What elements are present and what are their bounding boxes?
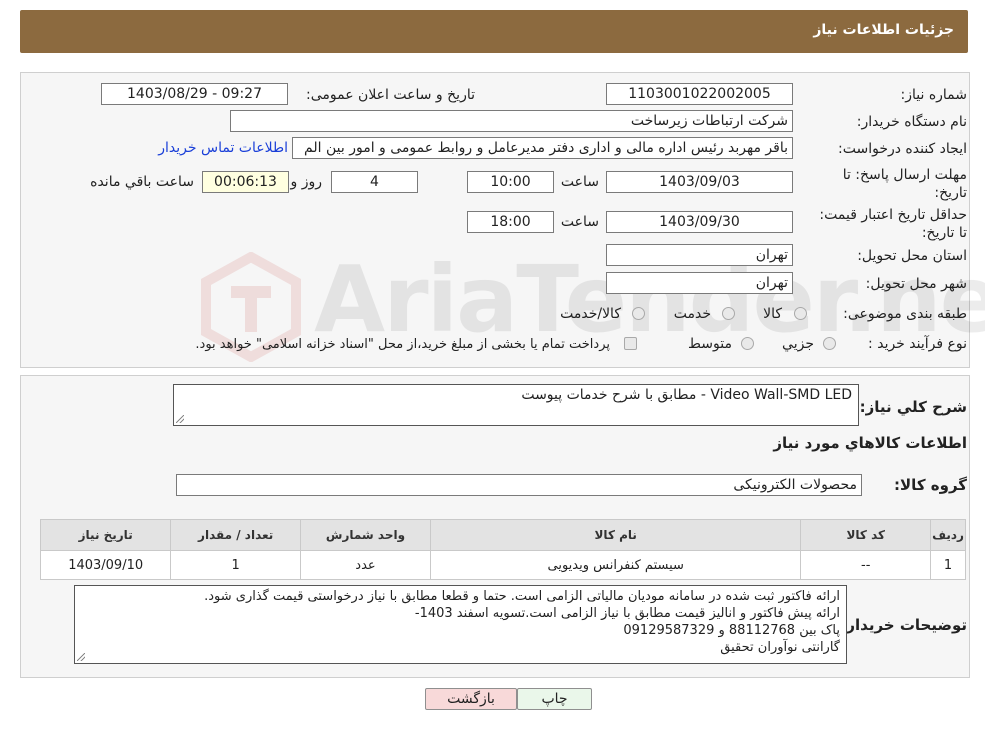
buyer-notes-line: ارائه فاکتور ثبت شده در سامانه مودیان ما… [204,589,840,604]
reply-deadline-label: مهلت ارسال پاسخ: تا تاریخ: [842,167,967,201]
table-row: 1 -- سیستم کنفرانس ویدیویی عدد 1 1403/09… [39,550,966,580]
cell-goods-name: سیستم کنفرانس ویدیویی [429,550,802,580]
days-label: روز و [290,174,323,190]
buyer-notes-line: ارائه پیش فاکتور و انالیز قیمت مطابق با … [414,606,840,621]
category-goods-label: کالا [763,306,782,322]
resize-handle-icon[interactable] [77,653,85,661]
price-validity-time-field: 18:00 [467,211,554,233]
reply-deadline-time-field: 10:00 [467,171,554,193]
purchase-type-medium-radio[interactable] [741,337,754,350]
col-header-goods-code: کد کالا [800,519,932,551]
category-goods-service-label: کالا/خدمت [560,306,621,322]
resize-handle-icon[interactable] [176,415,184,423]
buyer-org-field: شرکت ارتباطات زیرساخت [230,110,793,132]
reply-deadline-time-label: ساعت [560,174,599,190]
buyer-contact-link[interactable]: اطلاعات تماس خریدار [158,140,288,156]
category-service-label: خدمت [673,306,711,322]
buyer-notes-label: توضیحات خریدار: [840,616,967,634]
col-header-row-number: رديف [930,519,966,551]
description-label: شرح کلي نياز: [859,398,967,416]
cell-row-number: 1 [930,550,966,580]
cell-unit: عدد [300,550,431,580]
remaining-time-field: 00:06:13 [202,171,289,193]
reply-deadline-date-field: 1403/09/03 [606,171,793,193]
buyer-notes-line: پاک بین 88112768 و 09129587329 [623,623,840,638]
requester-label: ایجاد کننده درخواست: [838,141,967,157]
category-goods-radio[interactable] [794,307,807,320]
province-field: تهران [606,244,793,266]
announce-datetime-label: تاریخ و ساعت اعلان عمومی: [306,87,475,103]
col-header-quantity: تعداد / مقدار [170,519,302,551]
items-table: رديف کد کالا نام کالا واحد شمارش تعداد /… [39,519,966,580]
cell-need-date: 1403/09/10 [39,550,172,580]
purchase-type-medium-label: متوسط [688,336,732,352]
purchase-type-label: نوع فرآیند خرید : [868,336,967,352]
goods-group-field: محصولات الکترونیکی [176,474,862,496]
need-number-field: 1103001022002005 [606,83,793,105]
table-header-row: رديف کد کالا نام کالا واحد شمارش تعداد /… [39,519,966,551]
goods-section-title: اطلاعات كالاهاي مورد نياز [773,434,967,452]
treasury-docs-checkbox[interactable] [624,337,637,350]
price-validity-time-label: ساعت [560,214,599,230]
description-text: Video Wall-SMD LED - مطابق با شرح خدمات … [521,387,852,403]
purchase-type-minor-radio[interactable] [823,337,836,350]
need-number-label: شماره نیاز: [900,87,968,103]
page-title: جزئیات اطلاعات نیاز [813,22,954,38]
city-field: تهران [606,272,793,294]
buyer-org-label: نام دستگاه خریدار: [856,114,967,130]
cell-goods-code: -- [800,550,932,580]
page-header: جزئیات اطلاعات نیاز [20,10,968,53]
purchase-type-minor-label: جزيي [782,336,814,352]
col-header-need-date: تاریخ نیاز [39,519,172,551]
city-label: شهر محل تحویل: [865,276,967,292]
category-label: طبقه بندی موضوعی: [843,306,967,322]
goods-group-label: گروه كالا: [894,476,967,494]
reply-deadline-days-field: 4 [331,171,418,193]
category-goods-service-radio[interactable] [632,307,645,320]
category-service-radio[interactable] [722,307,735,320]
back-button[interactable]: بازگشت [425,688,517,710]
buyer-notes-field: ارائه فاکتور ثبت شده در سامانه مودیان ما… [74,585,847,664]
col-header-unit: واحد شمارش [300,519,431,551]
col-header-goods-name: نام کالا [429,519,802,551]
requester-field: باقر مهربد رئیس اداره مالی و اداری دفتر … [292,137,793,159]
price-validity-date-field: 1403/09/30 [606,211,793,233]
treasury-docs-note: پرداخت تمام یا بخشی از مبلغ خرید،از محل … [195,337,610,352]
province-label: استان محل تحویل: [857,248,967,264]
cell-quantity: 1 [170,550,302,580]
price-validity-label: حداقل تاریخ اعتبار قیمت: تا تاریخ: [819,207,967,241]
description-field: Video Wall-SMD LED - مطابق با شرح خدمات … [173,384,859,426]
print-button[interactable]: چاپ [517,688,592,710]
remaining-time-label: ساعت باقي مانده [90,174,194,190]
announce-datetime-field: 1403/08/29 - 09:27 [101,83,288,105]
buyer-notes-line: گارانتی نوآوران تحقیق [720,640,840,655]
